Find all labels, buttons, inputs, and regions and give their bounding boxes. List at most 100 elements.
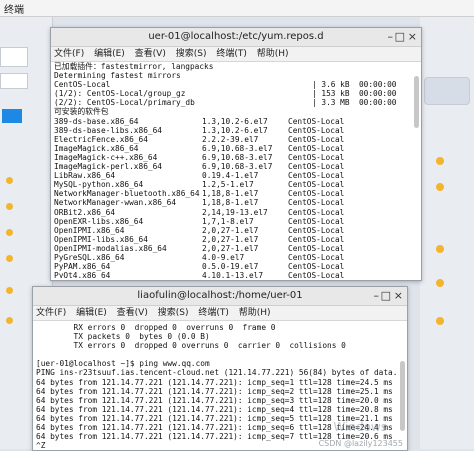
- repo-progress: | 153 kB 00:00:00: [312, 89, 397, 99]
- package-version: 2,0,27-1.el7: [202, 234, 259, 244]
- window-title: liaofulin@localhost:/home/uer-01: [137, 290, 303, 301]
- package-version: 2,14,19-13.el7: [202, 207, 268, 217]
- scrollbar[interactable]: [400, 361, 405, 431]
- package-repo: CentOS-Local: [288, 162, 345, 172]
- maximize-icon[interactable]: □: [395, 28, 405, 46]
- menu-edit[interactable]: 编辑(E): [76, 308, 107, 318]
- menu-search[interactable]: 搜索(S): [158, 308, 189, 318]
- package-row: OpenIPMI-modalias.x86_64 2,0,27-1.el7 Cent…: [54, 244, 421, 253]
- package-repo: CentOS-Local: [288, 207, 345, 217]
- warning-icon: [436, 157, 444, 165]
- output-line: 可安装的软件包: [54, 107, 109, 117]
- csdn-watermark: CSDN @lazily123455: [318, 439, 403, 448]
- menu-view[interactable]: 查看(V): [135, 49, 166, 59]
- package-repo: CentOS-Local: [288, 116, 345, 126]
- bg-blue-button: [2, 109, 22, 123]
- menu-help[interactable]: 帮助(H): [257, 49, 289, 59]
- window-title: uer-01@localhost:/etc/yum.repos.d: [148, 31, 324, 42]
- warning-icon: [436, 245, 444, 253]
- package-row: LibRaw.x86_64 0.19.4-1.el7 CentOS-Local: [54, 171, 421, 180]
- close-icon[interactable]: ×: [394, 287, 403, 305]
- menu-search[interactable]: 搜索(S): [176, 49, 207, 59]
- repo-name: (2/2): CentOS-Local/primary_db: [54, 98, 195, 108]
- repo-line: CentOS-Local | 3.6 kB 00:00:00: [54, 80, 421, 89]
- output-line: PING ins-r23tsuuf.ias.tencent-cloud.net …: [36, 368, 398, 378]
- package-repo: CentOS-Local: [288, 234, 345, 244]
- output-line: TX packets 0 bytes 0 (0.0 B): [36, 332, 210, 342]
- menu-file[interactable]: 文件(F): [54, 49, 84, 59]
- prompt-line: [uer-01@localhost ~]$ ping www.qq.com: [36, 359, 210, 369]
- package-row: ImageMagick-perl.x86_64 6.9,10.68-3.el7 Ce…: [54, 162, 421, 171]
- minimize-icon[interactable]: –: [374, 287, 380, 305]
- package-repo: CentOS-Local: [288, 216, 345, 226]
- warning-icon: [436, 317, 444, 325]
- close-icon[interactable]: ×: [408, 28, 417, 46]
- package-version: 1.3,10.2-6.el7: [202, 116, 268, 126]
- menu-edit[interactable]: 编辑(E): [94, 49, 125, 59]
- package-row: 389-ds-base.x86_64 1.3,10.2-6.el7 CentOS-L…: [54, 117, 421, 126]
- menu-bar: 文件(F) 编辑(E) 查看(V) 搜索(S) 终端(T) 帮助(H): [33, 306, 407, 321]
- package-name: PyQt4.x86_64: [54, 271, 111, 278]
- warning-icon: [436, 279, 444, 287]
- output-line: 已加载插件：fastestmirror, langpacks: [54, 62, 214, 71]
- scrollbar[interactable]: [414, 76, 419, 128]
- package-version: 6.9,10.68-3.el7: [202, 162, 273, 172]
- package-repo: CentOS-Local: [288, 171, 345, 181]
- package-name: ImageMagick-perl.x86_64: [54, 162, 162, 172]
- menu-file[interactable]: 文件(F): [36, 308, 66, 318]
- package-version: 0.19.4-1.el7: [202, 171, 259, 181]
- package-version: 2.2.2-39.el7: [202, 134, 259, 144]
- package-row: OpenIPMI.x86_64 2,0,27-1.el7 CentOS-Local: [54, 226, 421, 235]
- package-name: ElectricFence.x86_64: [54, 134, 148, 144]
- package-repo: CentOS-Local: [288, 198, 345, 208]
- warning-icon: [6, 203, 13, 210]
- package-row: ImageMagick.x86_64 6.9,10.68-3.el7 CentOS-…: [54, 144, 421, 153]
- terminal-window-yum[interactable]: uer-01@localhost:/etc/yum.repos.d – □ × …: [50, 27, 422, 281]
- package-name: NetworkManager-bluetooth.x86_64: [54, 189, 200, 199]
- package-name: PyPAM.x86_64: [54, 262, 111, 272]
- package-version: 2,0,27-1.el7: [202, 225, 259, 235]
- package-version: 1.2,5-1.el7: [202, 180, 254, 190]
- package-row: PyQt4.x86_64 4.10.1-13.el7 CentOS-Local: [54, 271, 421, 278]
- package-name: MySQL-python.x86_64: [54, 180, 144, 190]
- bg-panel: [0, 73, 28, 89]
- package-name: OpenIPMI-libs.x86_64: [54, 234, 148, 244]
- bg-panel: [424, 77, 470, 105]
- menu-terminal[interactable]: 终端(T): [216, 49, 247, 59]
- package-version: 6.9,10.68-3.el7: [202, 152, 273, 162]
- package-repo: CentOS-Local: [288, 252, 345, 262]
- repo-name: CentOS-Local: [54, 80, 111, 90]
- window-titlebar[interactable]: uer-01@localhost:/etc/yum.repos.d – □ ×: [51, 28, 421, 47]
- output-line: TX errors 0 dropped 0 overruns 0 carrier…: [36, 341, 346, 351]
- menu-bar: 文件(F) 编辑(E) 查看(V) 搜索(S) 终端(T) 帮助(H): [51, 47, 421, 62]
- output-line: Determining fastest mirrors: [54, 71, 181, 81]
- window-titlebar[interactable]: liaofulin@localhost:/home/uer-01 – □ ×: [33, 287, 407, 306]
- minimize-icon[interactable]: –: [388, 28, 394, 46]
- menu-terminal[interactable]: 终端(T): [198, 308, 229, 318]
- package-name: PyGreSQL.x86_64: [54, 252, 125, 262]
- package-row: ElectricFence.x86_64 2.2.2-39.el7 CentOS-L…: [54, 135, 421, 144]
- menu-view[interactable]: 查看(V): [117, 308, 148, 318]
- package-name: 389-ds-base-libs.x86_64: [54, 125, 162, 135]
- bg-panel: [0, 47, 28, 67]
- package-repo: CentOS-Local: [288, 271, 345, 278]
- package-version: 1,18,8-1.el7: [202, 189, 259, 199]
- warning-icon: [6, 287, 13, 294]
- package-row: PyGreSQL.x86_64 4.0-9.el7 CentOS-Local: [54, 253, 421, 262]
- warning-icon: [6, 229, 13, 236]
- ping-reply: 64 bytes from 121.14.77.221 (121.14.77.2…: [36, 386, 393, 396]
- menu-help[interactable]: 帮助(H): [239, 308, 271, 318]
- repo-progress: | 3.3 MB 00:00:00: [312, 98, 397, 108]
- repo-line: (2/2): CentOS-Local/primary_db | 3.3 MB 0…: [54, 98, 421, 107]
- repo-line: (1/2): CentOS-Local/group_gz | 153 kB 00:…: [54, 89, 421, 98]
- terminal-window-ping[interactable]: liaofulin@localhost:/home/uer-01 – □ × 文…: [32, 286, 408, 451]
- output-line: RX errors 0 dropped 0 overruns 0 frame 0: [36, 323, 276, 332]
- package-row: ImageMagick-c++.x86_64 6.9,10.68-3.el7 Cen…: [54, 153, 421, 162]
- package-name: ORBit2.x86_64: [54, 207, 116, 217]
- desktop-topbar: 终端: [0, 0, 474, 17]
- package-version: 4.0-9.el7: [202, 252, 245, 262]
- terminal-output[interactable]: 已加载插件：fastestmirror, langpacks Determini…: [51, 62, 421, 278]
- package-list: 389-ds-base.x86_64 1.3,10.2-6.el7 CentOS-L…: [54, 117, 421, 278]
- maximize-icon[interactable]: □: [381, 287, 391, 305]
- package-repo: CentOS-Local: [288, 134, 345, 144]
